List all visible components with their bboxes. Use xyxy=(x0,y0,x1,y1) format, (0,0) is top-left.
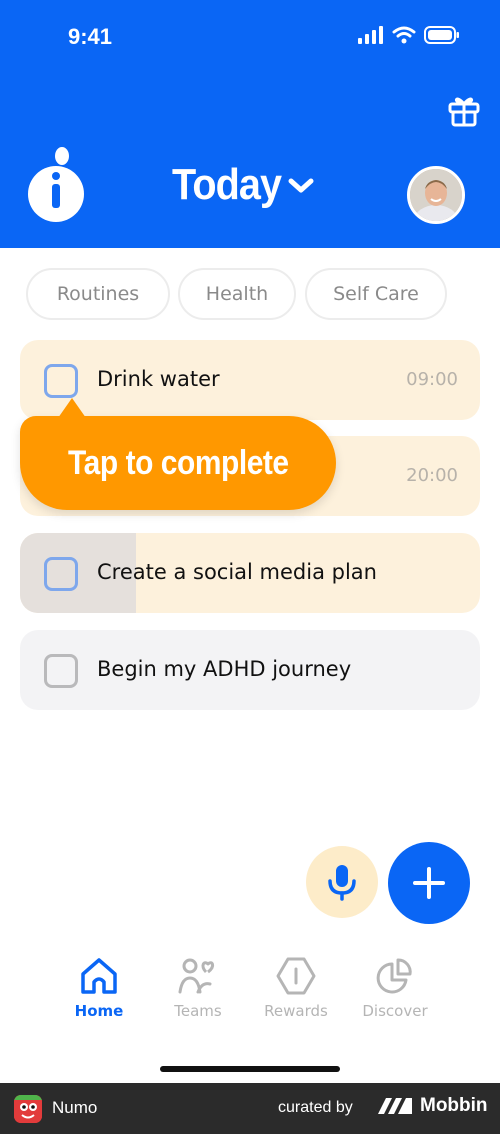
nav-label: Discover xyxy=(362,1002,428,1020)
signal-icon xyxy=(358,26,383,44)
chevron-down-icon xyxy=(288,178,314,193)
filter-chip-health[interactable]: Health xyxy=(178,268,296,320)
app-icon xyxy=(14,1095,42,1123)
tooltip-tail xyxy=(58,398,86,418)
wifi-icon xyxy=(392,26,416,44)
task-item[interactable]: Drink water 09:00 xyxy=(20,340,480,420)
add-task-button[interactable] xyxy=(388,842,470,924)
task-checkbox[interactable] xyxy=(44,654,78,688)
header: 9:41 Today xyxy=(0,0,500,248)
filter-chip-self-care[interactable]: Self Care xyxy=(305,268,447,320)
tap-to-complete-tooltip: Tap to complete xyxy=(20,398,336,510)
task-time: 09:00 xyxy=(406,369,458,390)
task-checkbox[interactable] xyxy=(44,557,78,591)
task-checkbox[interactable] xyxy=(44,364,78,398)
curated-by-label: curated by xyxy=(278,1099,353,1116)
page-title: Today xyxy=(172,160,282,209)
avatar[interactable] xyxy=(407,166,465,224)
teams-icon xyxy=(178,958,215,994)
brand: Mobbin xyxy=(376,1095,488,1117)
filter-chip-routines[interactable]: Routines xyxy=(26,268,170,320)
voice-input-button[interactable] xyxy=(306,846,378,918)
today-selector[interactable]: Today xyxy=(172,160,315,210)
brand-name: Mobbin xyxy=(420,1095,488,1116)
discover-icon xyxy=(376,958,412,994)
task-item[interactable]: Begin my ADHD journey xyxy=(20,630,480,710)
nav-home[interactable]: Home xyxy=(54,956,144,1020)
mobbin-logo-icon xyxy=(378,1098,412,1114)
nav-discover[interactable]: Discover xyxy=(350,956,440,1020)
task-label: Create a social media plan xyxy=(97,560,377,584)
task-label: Begin my ADHD journey xyxy=(97,657,352,681)
app-logo-icon xyxy=(28,147,84,222)
plus-icon xyxy=(413,867,445,899)
nav-teams[interactable]: Teams xyxy=(153,956,243,1020)
nav-label: Teams xyxy=(174,1002,222,1020)
battery-icon xyxy=(424,26,459,44)
rewards-icon xyxy=(276,957,316,995)
home-indicator xyxy=(160,1066,340,1072)
nav-label: Rewards xyxy=(264,1002,328,1020)
microphone-icon xyxy=(328,865,356,901)
nav-label: Home xyxy=(74,1002,124,1020)
nav-rewards[interactable]: Rewards xyxy=(251,956,341,1020)
status-time: 9:41 xyxy=(68,24,113,49)
gift-icon[interactable] xyxy=(446,92,482,128)
task-item[interactable]: Create a social media plan xyxy=(20,533,480,613)
task-time: 20:00 xyxy=(406,465,458,486)
status-icons xyxy=(358,26,460,44)
tooltip-text: Tap to complete xyxy=(67,443,289,482)
task-label: Drink water xyxy=(97,367,220,391)
home-icon xyxy=(81,958,117,994)
app-name: Numo xyxy=(52,1098,98,1117)
attribution-bar: Numo curated by Mobbin xyxy=(0,1083,500,1134)
